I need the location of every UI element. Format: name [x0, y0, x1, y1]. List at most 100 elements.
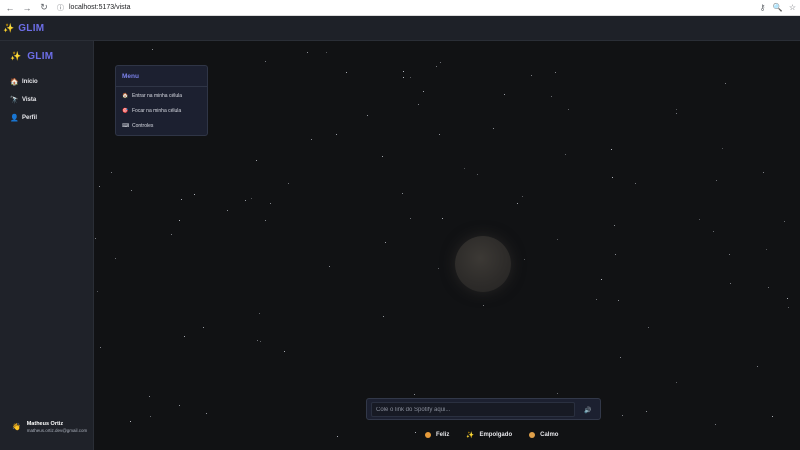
menu-item-label: Focar na minha célula	[132, 108, 182, 114]
menu-item-entrar-celula[interactable]: 🏠 Entrar na minha célula	[122, 93, 182, 99]
url-text[interactable]: localhost:5173/vista	[69, 4, 130, 11]
keyboard-icon: ⌨	[122, 123, 130, 129]
star	[423, 91, 424, 92]
star	[130, 421, 131, 422]
zoom-icon[interactable]: 🔍	[770, 1, 785, 15]
speaker-button[interactable]: 🔊	[581, 403, 595, 417]
sparkles-icon: ✨	[3, 22, 15, 33]
mood-calmo[interactable]: Calmo	[529, 432, 558, 438]
star	[614, 225, 615, 226]
star	[483, 305, 484, 306]
star	[557, 239, 558, 240]
star	[772, 416, 773, 417]
star	[415, 432, 416, 433]
star	[787, 298, 788, 299]
menu-panel: Menu 🏠 Entrar na minha célula 🎯 Focar na…	[115, 65, 208, 136]
star	[259, 313, 260, 314]
star	[336, 134, 337, 135]
orange-dot-icon	[529, 432, 536, 438]
star	[337, 436, 338, 437]
star	[757, 366, 758, 367]
star	[326, 52, 327, 53]
star	[99, 186, 100, 187]
sidebar-brand-label: GLIM	[27, 51, 54, 62]
star	[184, 336, 185, 337]
menu-item-label: Entrar na minha célula	[132, 93, 183, 99]
waving-hand-icon: 👋	[12, 424, 21, 431]
star	[270, 203, 271, 204]
star	[284, 351, 285, 352]
spotify-link-input[interactable]	[371, 402, 575, 417]
sidebar-brand[interactable]: ✨ GLIM	[10, 51, 53, 62]
star	[194, 194, 195, 195]
star	[251, 198, 252, 199]
star	[725, 83, 726, 84]
star	[715, 424, 716, 425]
user-cell-orb[interactable]	[455, 236, 511, 292]
star	[203, 327, 204, 328]
star	[131, 190, 132, 191]
star	[766, 249, 767, 250]
target-icon: 🎯	[122, 108, 129, 114]
home-icon: 🏠	[10, 79, 19, 86]
star	[524, 259, 525, 260]
star	[260, 341, 261, 342]
star	[329, 266, 330, 267]
star	[676, 382, 677, 383]
star	[256, 160, 257, 161]
star	[611, 149, 612, 150]
star	[557, 393, 558, 394]
star	[722, 148, 723, 149]
star	[788, 307, 789, 308]
star	[403, 71, 404, 72]
star	[477, 174, 478, 175]
mood-empolgado[interactable]: ✨ Empolgado	[466, 431, 512, 439]
star	[410, 218, 411, 219]
star	[565, 154, 566, 155]
spotify-bar: 🔊	[366, 398, 601, 420]
star	[111, 172, 112, 173]
star	[346, 72, 347, 73]
forward-icon[interactable]: →	[20, 1, 34, 15]
star	[531, 75, 532, 76]
sidebar-item-perfil[interactable]: 👤 Perfil	[10, 109, 38, 127]
star	[596, 299, 597, 300]
sidebar-item-inicio[interactable]: 🏠 Início	[10, 73, 38, 91]
sidebar: ✨ GLIM 🏠 Início 🔭 Vista 👤 Perfil 👋 Mathe…	[0, 41, 94, 450]
back-icon[interactable]: ←	[3, 1, 17, 15]
star	[522, 196, 523, 197]
star	[635, 183, 636, 184]
star	[713, 231, 714, 232]
menu-divider	[116, 86, 207, 87]
star	[768, 287, 769, 288]
user-profile[interactable]: 👋 Matheus Ortiz matheus.ortiz.dev@gmail.…	[12, 421, 87, 433]
user-icon: 👤	[10, 115, 19, 122]
star	[622, 415, 623, 416]
main-canvas[interactable]: Menu 🏠 Entrar na minha célula 🎯 Focar na…	[95, 41, 800, 450]
mood-feliz[interactable]: Feliz	[425, 432, 449, 438]
site-info-icon[interactable]: ⓘ	[57, 3, 64, 13]
star	[402, 193, 403, 194]
star	[115, 258, 116, 259]
star	[403, 77, 404, 78]
star	[438, 268, 439, 269]
star	[601, 279, 602, 280]
star	[648, 327, 649, 328]
reload-icon[interactable]: ↻	[37, 1, 51, 15]
bookmark-star-icon[interactable]: ☆	[785, 1, 800, 15]
address-bar[interactable]: ⓘ localhost:5173/vista	[57, 2, 130, 14]
sparkles-icon: ✨	[466, 432, 475, 439]
menu-item-focar-celula[interactable]: 🎯 Focar na minha célula	[122, 108, 181, 114]
star	[171, 234, 172, 235]
app-brand[interactable]: GLIM	[18, 23, 44, 34]
sidebar-item-vista[interactable]: 🔭 Vista	[10, 91, 38, 109]
menu-item-controles[interactable]: ⌨ Controles	[122, 123, 153, 129]
star	[464, 168, 465, 169]
star	[699, 219, 700, 220]
star	[442, 218, 443, 219]
orange-dot-icon	[425, 432, 431, 438]
telescope-icon: 🔭	[10, 97, 19, 104]
password-key-icon[interactable]: ⚷	[755, 1, 770, 15]
app-header: ✨ GLIM	[0, 16, 800, 41]
star	[206, 413, 207, 414]
